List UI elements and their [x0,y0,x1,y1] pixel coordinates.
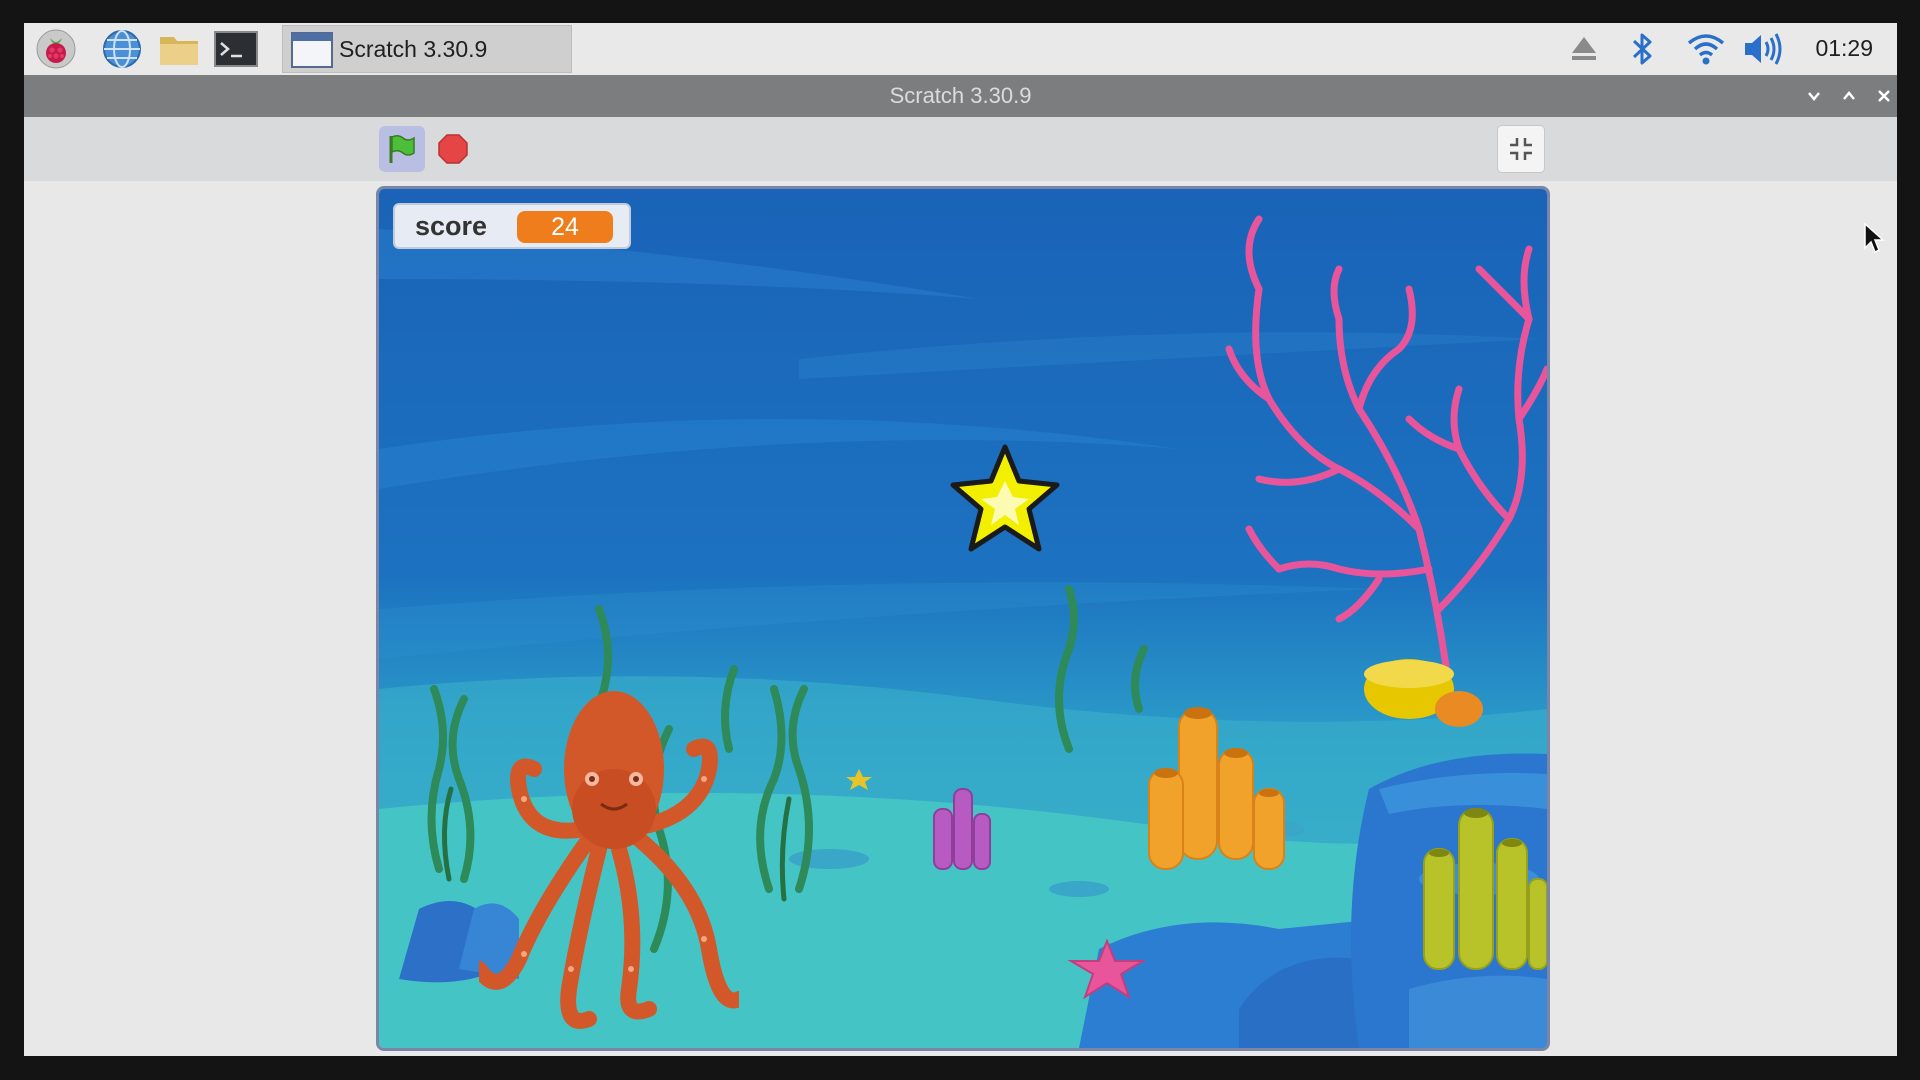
minimize-icon[interactable] [1801,83,1827,109]
score-value: 24 [517,211,613,243]
taskbar-window-button[interactable]: Scratch 3.30.9 [282,25,572,73]
close-icon[interactable] [1871,83,1897,109]
wifi-icon[interactable] [1686,31,1726,71]
clock[interactable]: 01:29 [1815,35,1873,62]
green-flag-button[interactable] [379,126,425,172]
stage[interactable]: score 24 [376,186,1550,1051]
bluetooth-icon[interactable] [1630,31,1656,71]
exit-fullscreen-icon [1510,138,1532,160]
volume-icon[interactable] [1742,31,1784,71]
stage-toolbar [24,117,1897,181]
stop-icon [438,134,468,164]
file-manager-icon[interactable] [157,27,201,71]
window-title: Scratch 3.30.9 [889,83,1032,108]
score-label: score [415,211,488,241]
exit-fullscreen-button[interactable] [1497,125,1545,173]
terminal-icon[interactable] [214,27,258,71]
stop-button[interactable] [432,128,474,170]
green-flag-icon [389,134,415,163]
maximize-icon[interactable] [1836,83,1862,109]
eject-icon[interactable] [1570,31,1598,69]
star-sprite[interactable] [945,441,1065,559]
taskbar-window-label: Scratch 3.30.9 [339,36,488,62]
window-titlebar[interactable]: Scratch 3.30.9 [24,75,1897,117]
starfish-sprite[interactable] [1067,939,1147,999]
window-icon [291,32,333,72]
web-browser-icon[interactable] [100,27,144,71]
score-monitor[interactable]: score 24 [393,203,631,249]
raspberry-menu-icon[interactable] [34,27,78,71]
octopus-sprite[interactable] [479,669,739,1049]
taskbar: Scratch 3.30.9 01:29 [24,23,1897,76]
mouse-cursor-icon [1864,222,1885,254]
